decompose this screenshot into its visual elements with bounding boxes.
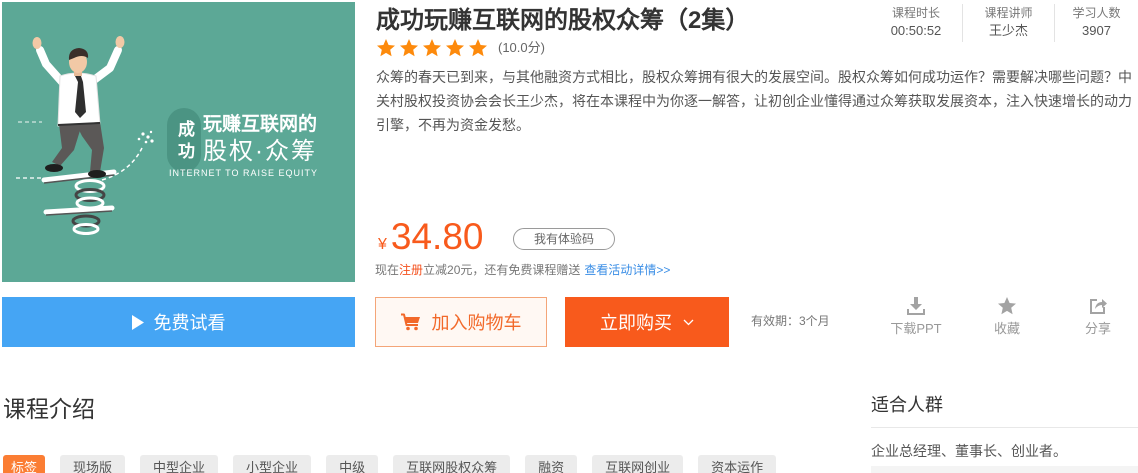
stat-learners: 学习人数 3907 [1054, 4, 1138, 42]
price-amount: 34.80 [390, 216, 484, 257]
share-button[interactable]: 分享 [1063, 296, 1133, 338]
tags-label: 标签 [3, 455, 46, 473]
buy-now-label: 立即购买 [600, 313, 672, 333]
course-title: 成功玩赚互联网的股权众筹（2集） [376, 7, 750, 34]
favorite-button[interactable]: 收藏 [972, 296, 1042, 338]
free-preview-button[interactable]: 免费试看 [2, 297, 355, 347]
cover-subheadline: 股权·众筹 [203, 138, 317, 165]
stat-duration: 课程时长 00:50:52 [870, 4, 962, 42]
rating-score: (10.0分) [498, 40, 545, 55]
promo-text: 现在注册立减20元，还有免费课程赠送 查看活动详情>> [375, 262, 670, 278]
rating-stars [376, 38, 488, 58]
free-preview-label: 免费试看 [153, 313, 226, 333]
price: ¥ 34.80 [378, 217, 484, 265]
rating-star [446, 39, 464, 57]
tag-list: 标签 现场版 中型企业 小型企业 中级 互联网股权众筹 融资 互联网创业 资本运… [3, 455, 777, 473]
stat-value: 3907 [1082, 23, 1111, 38]
coupon-code-button[interactable]: 我有体验码 [513, 228, 615, 250]
chevron-down-icon[interactable] [683, 319, 694, 326]
buy-now-button[interactable]: 立即购买 [565, 297, 729, 347]
cover-tagline: INTERNET TO RAISE EQUITY [169, 168, 319, 178]
download-icon [906, 296, 926, 316]
activity-details-link[interactable]: 查看活动详情>> [584, 263, 670, 277]
price-currency: ¥ [378, 236, 387, 253]
star-icon [997, 296, 1017, 316]
tag-item[interactable]: 互联网股权众筹 [393, 455, 511, 473]
rating-star [469, 39, 487, 57]
course-intro-heading: 课程介绍 [3, 396, 95, 422]
cover-badge-text: 成功 [175, 120, 194, 164]
tag-item[interactable]: 现场版 [60, 455, 126, 473]
audience-heading: 适合人群 [871, 395, 943, 415]
validity-period: 有效期：3个月 [751, 314, 830, 328]
cover-headline: 玩赚互联网的 [203, 114, 318, 135]
tag-item[interactable]: 小型企业 [233, 455, 312, 473]
stat-instructor: 课程讲师 王少杰 [962, 4, 1054, 42]
rating-star [400, 39, 418, 57]
stat-label: 课程时长 [891, 6, 940, 20]
stat-value: 00:50:52 [890, 23, 942, 38]
audience-text: 企业总经理、董事长、创业者。 [871, 443, 1067, 459]
tag-item[interactable]: 中级 [326, 455, 379, 473]
course-description: 众筹的春天已到来，与其他融资方式相比，股权众筹拥有很大的发展空间。股权众筹如何成… [376, 69, 1132, 133]
tag-item[interactable]: 融资 [525, 455, 578, 473]
tag-item[interactable]: 互联网创业 [592, 455, 684, 473]
tag-item[interactable]: 资本运作 [698, 455, 777, 473]
promo-prefix: 现在 [375, 263, 400, 277]
share-icon [1088, 296, 1108, 316]
tag-item[interactable]: 中型企业 [140, 455, 219, 473]
stat-label: 学习人数 [1072, 6, 1121, 20]
rating-star [423, 39, 441, 57]
audience-divider [871, 427, 1138, 428]
favorite-label: 收藏 [993, 321, 1020, 336]
rating-star [377, 39, 395, 57]
course-cover-image: 成功 玩赚互联网的 股权·众筹 INTERNET TO RAISE EQUITY [2, 2, 355, 282]
promo-middle: 立减20元，还有免费课程赠送 [423, 263, 581, 277]
add-to-cart-button[interactable]: 加入购物车 [375, 297, 547, 347]
cart-icon [400, 313, 421, 331]
download-label: 下载PPT [890, 321, 942, 336]
share-label: 分享 [1084, 321, 1111, 336]
register-link[interactable]: 注册 [399, 263, 423, 277]
next-panel [871, 466, 1138, 473]
course-stats: 课程时长 00:50:52 课程讲师 王少杰 学习人数 3907 [870, 4, 1138, 42]
add-to-cart-label: 加入购物车 [431, 313, 522, 333]
play-icon [131, 314, 144, 330]
download-ppt-button[interactable]: 下载PPT [881, 296, 951, 338]
course-detail-page: 成功 玩赚互联网的 股权·众筹 INTERNET TO RAISE EQUITY… [0, 0, 1138, 473]
stat-label: 课程讲师 [984, 6, 1033, 20]
stat-value: 王少杰 [988, 23, 1028, 38]
